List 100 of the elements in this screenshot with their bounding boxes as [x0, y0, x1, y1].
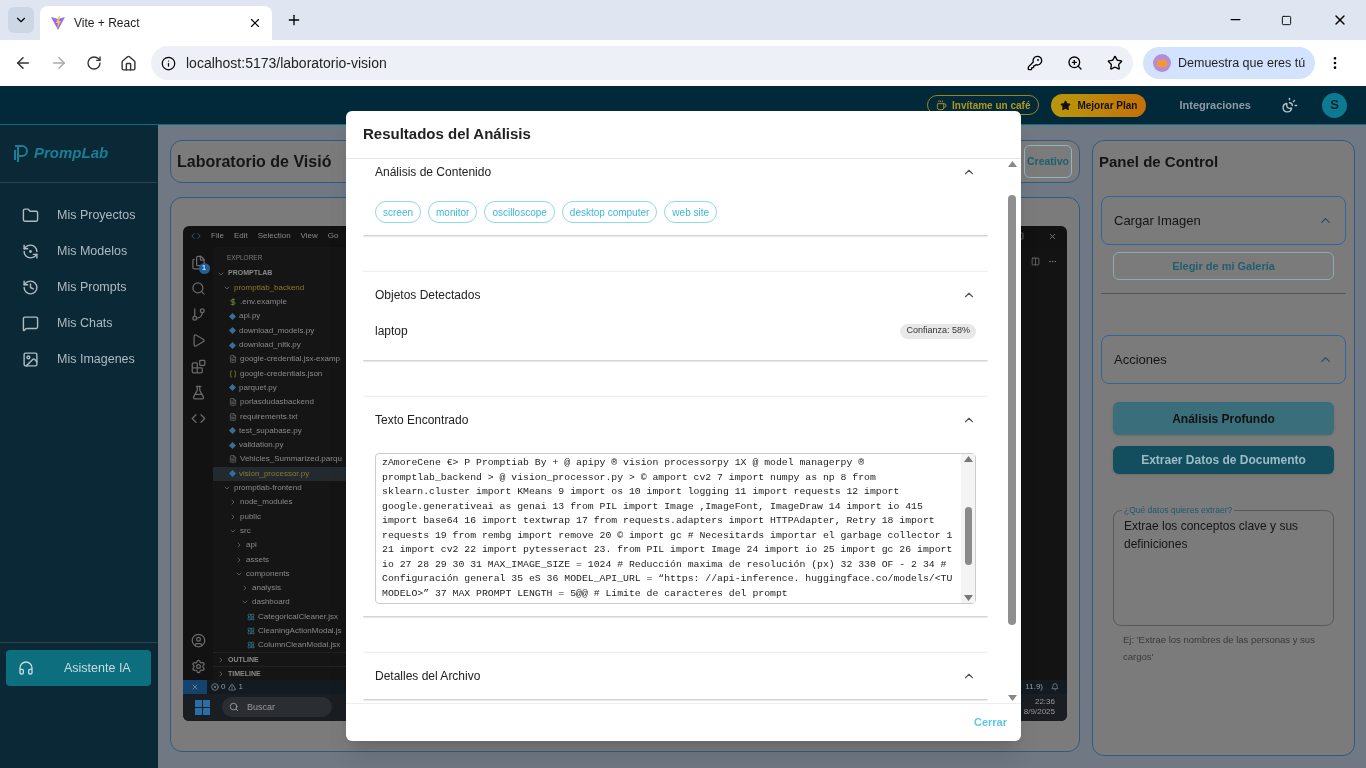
integrations-link[interactable]: Integraciones: [1179, 96, 1251, 114]
split-editor-icon[interactable]: [1031, 256, 1040, 266]
explorer-item[interactable]: parquet.py: [213, 380, 346, 396]
explorer-item[interactable]: ColumnCleanModal.jsx: [213, 638, 346, 653]
explorer-item[interactable]: google-credentials.json: [213, 366, 346, 381]
scrollbar-thumb[interactable]: [964, 507, 972, 565]
text-file-icon: [229, 412, 237, 421]
explorer-item[interactable]: CategoricalCleaner.jsx: [213, 609, 346, 624]
explorer-item[interactable]: .env.example: [213, 295, 346, 310]
explorer-item[interactable]: google-credential.jsx-examp: [213, 352, 346, 367]
search-icon[interactable]: [190, 280, 206, 296]
accordion-header[interactable]: Cargar Imagen: [1101, 196, 1346, 245]
menu-item[interactable]: Go: [327, 230, 339, 243]
extensions-icon[interactable]: [190, 358, 206, 374]
account-icon[interactable]: [190, 633, 206, 649]
image-icon: [22, 350, 39, 368]
menu-item[interactable]: Edit: [233, 230, 248, 243]
deep-analysis-button[interactable]: Análisis Profundo: [1113, 402, 1334, 435]
explorer-item[interactable]: api: [213, 538, 346, 553]
explorer-item[interactable]: Vehicles_Summarized.parqu: [213, 452, 346, 467]
explorer-item[interactable]: assets: [213, 552, 346, 567]
profile-button[interactable]: Demuestra que eres tú: [1143, 47, 1316, 79]
extract-data-button[interactable]: Extraer Datos de Documento: [1113, 446, 1334, 474]
react-file-icon: [247, 641, 255, 650]
files-icon[interactable]: [190, 254, 206, 270]
menu-item[interactable]: View: [300, 230, 318, 243]
python-file-icon: [229, 470, 236, 478]
notification-badge: 1: [198, 262, 210, 274]
forward-icon[interactable]: [50, 54, 68, 72]
explorer-item[interactable]: api.py: [213, 309, 346, 324]
explorer-item[interactable]: public: [213, 509, 346, 524]
theme-toggle-icon[interactable]: [1281, 96, 1298, 114]
text-file-icon: [229, 398, 237, 407]
section-header[interactable]: Objetos Detectados: [363, 272, 988, 318]
menu-item[interactable]: File: [211, 230, 224, 243]
remote-icon: [191, 683, 199, 692]
status-text: 11.9): [1025, 681, 1043, 694]
explorer-item[interactable]: test_supabase.py: [213, 423, 346, 438]
chevron-right-icon: [241, 584, 249, 593]
explorer-item[interactable]: promptlab-frontend: [213, 480, 346, 496]
sidebar-item[interactable]: Mis Proyectos: [0, 197, 157, 233]
tab-list-button[interactable]: [8, 7, 34, 33]
site-info-icon[interactable]: [161, 55, 176, 71]
branch-icon[interactable]: [190, 306, 206, 322]
dialog-scrollbar[interactable]: [1006, 159, 1018, 703]
password-key-icon[interactable]: [1027, 55, 1043, 71]
maximize-icon[interactable]: [1281, 15, 1292, 26]
taskbar-search-field[interactable]: Buscar: [222, 697, 332, 718]
sidebar-item[interactable]: Mis Chats: [0, 305, 157, 341]
remote-indicator[interactable]: [183, 680, 207, 694]
accordion-header[interactable]: Acciones: [1101, 335, 1346, 384]
zoom-icon[interactable]: [1067, 55, 1083, 71]
browser-tab[interactable]: Vite + React: [40, 6, 272, 40]
explorer-item[interactable]: promptlab_backend: [213, 280, 346, 296]
bookmark-star-icon[interactable]: [1107, 55, 1123, 71]
upgrade-button[interactable]: Mejorar Plan: [1051, 93, 1147, 117]
reload-icon[interactable]: [86, 55, 102, 71]
scroll-down-icon[interactable]: [963, 595, 973, 601]
explorer-item[interactable]: download_nltk.py: [213, 337, 346, 353]
address-bar[interactable]: localhost:5173/laboratorio-vision: [151, 46, 1133, 80]
text-scrollbar[interactable]: [961, 454, 975, 603]
home-icon[interactable]: [120, 54, 137, 72]
sidebar-item[interactable]: Mis Modelos: [0, 233, 157, 269]
explorer-item[interactable]: requirements.txt: [213, 409, 346, 424]
settings-icon[interactable]: [190, 659, 206, 675]
sidebar-item[interactable]: Mis Imagenes: [0, 341, 157, 377]
explorer-item[interactable]: components: [213, 566, 346, 581]
section-header[interactable]: Detalles del Archivo: [363, 653, 988, 699]
star-icon: [1060, 99, 1072, 111]
new-tab-icon[interactable]: [286, 12, 302, 28]
json-file-icon: [229, 369, 237, 378]
explorer-item[interactable]: vision_processor.py: [213, 466, 346, 481]
bell-icon[interactable]: [1051, 683, 1059, 692]
explorer-item[interactable]: src: [213, 523, 346, 539]
section-header[interactable]: Análisis de Contenido: [363, 159, 988, 185]
explorer-item[interactable]: node_modules: [213, 495, 346, 510]
user-avatar[interactable]: S: [1322, 92, 1347, 118]
explorer-item[interactable]: validation.py: [213, 438, 346, 453]
chat-icon: [22, 314, 39, 332]
search-icon: [229, 702, 239, 713]
scrollbar-thumb[interactable]: [1008, 195, 1016, 625]
explorer-item[interactable]: dashboard: [213, 595, 346, 610]
run-icon[interactable]: [190, 332, 206, 348]
explorer-item[interactable]: CleaningActionModal.js: [213, 623, 346, 639]
assistant-button[interactable]: Asistente IA: [6, 650, 151, 686]
explorer-item[interactable]: download_models.py: [213, 323, 346, 338]
flask-icon[interactable]: [190, 384, 206, 400]
scroll-up-icon[interactable]: [963, 456, 973, 462]
windows-logo-icon[interactable]: [195, 699, 210, 715]
sidebar-item[interactable]: Mis Prompts: [0, 269, 157, 305]
menu-item[interactable]: Selection: [257, 230, 291, 243]
explorer-item[interactable]: porlasdudasbackend: [213, 395, 346, 410]
extracted-text-field[interactable]: zAmoreCene €> P Promptiab By + @ apipy ® vision processorpy 1X @ model managerpy ® promptlab_backend > @ vision_processor.py > © amport cv2 7 import numpy as np 8 from sklearn.cluster import KMeans 9 import os 10 import logging 11 import requests 12 import google.generativeai as genai 13 from PIL import Image ,ImageFont, ImageDraw 14 import io 415 import base64 16 import textwrap 17 from requests.adapters import HTTPAdapter, Retry 18 import requests 19 from rembg import remove 20 © import gc # Necesitards importar el garbage collector 1 21 import cv2 22 import pytesseract 23. from PIL import Image 24 import io 25 import gc 26 import io 27 28 29 30 31 MAX_IMAGE_SIZE = 1024 # Reducción maxima de resolución (px) 32 330 OF - 2 34 # Configuración general 35 eS 36 MODEL_API_URL = “https: //api-inference. huggingface.co/models/<TU MODELO>” 37 MAX PROMPT LENGTH = 5@@ # Limite de caracteres del prompt: [375, 453, 976, 604]
scroll-up-icon[interactable]: [1007, 161, 1017, 167]
back-icon[interactable]: [14, 54, 32, 72]
explorer-item[interactable]: analysis: [213, 580, 346, 596]
dollar-icon: [229, 298, 237, 307]
close-tab-icon[interactable]: [248, 16, 262, 30]
react-file-icon: [247, 627, 255, 635]
section-header[interactable]: Texto Encontrado: [363, 397, 988, 443]
